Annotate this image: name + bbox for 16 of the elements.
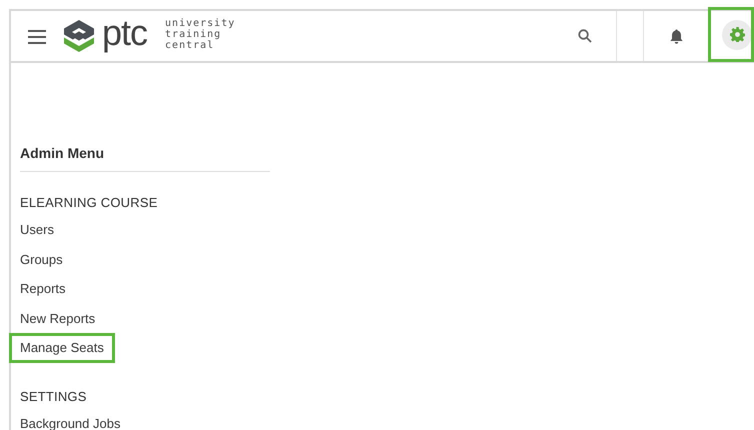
logo-icon bbox=[64, 20, 94, 52]
menu-link[interactable]: Groups bbox=[9, 244, 74, 274]
menu-link[interactable]: Reports bbox=[9, 274, 77, 304]
section-heading: ELEARNING COURSE bbox=[20, 194, 159, 212]
gear-icon bbox=[730, 27, 744, 42]
menu-link[interactable]: New Reports bbox=[9, 304, 106, 333]
menu-link[interactable]: Users bbox=[9, 215, 65, 244]
bell-icon bbox=[670, 28, 682, 44]
menu-title: Admin Menu bbox=[20, 141, 270, 172]
section-heading: SETTINGS bbox=[20, 388, 88, 406]
logo-wordmark: ptc bbox=[102, 15, 148, 51]
menu-link[interactable]: Manage Seats bbox=[9, 333, 115, 362]
menu-link[interactable]: Background Jobs bbox=[9, 408, 132, 430]
logo-tagline: university training central bbox=[165, 18, 236, 50]
search-icon bbox=[578, 29, 592, 43]
menu-icon[interactable] bbox=[28, 30, 46, 44]
